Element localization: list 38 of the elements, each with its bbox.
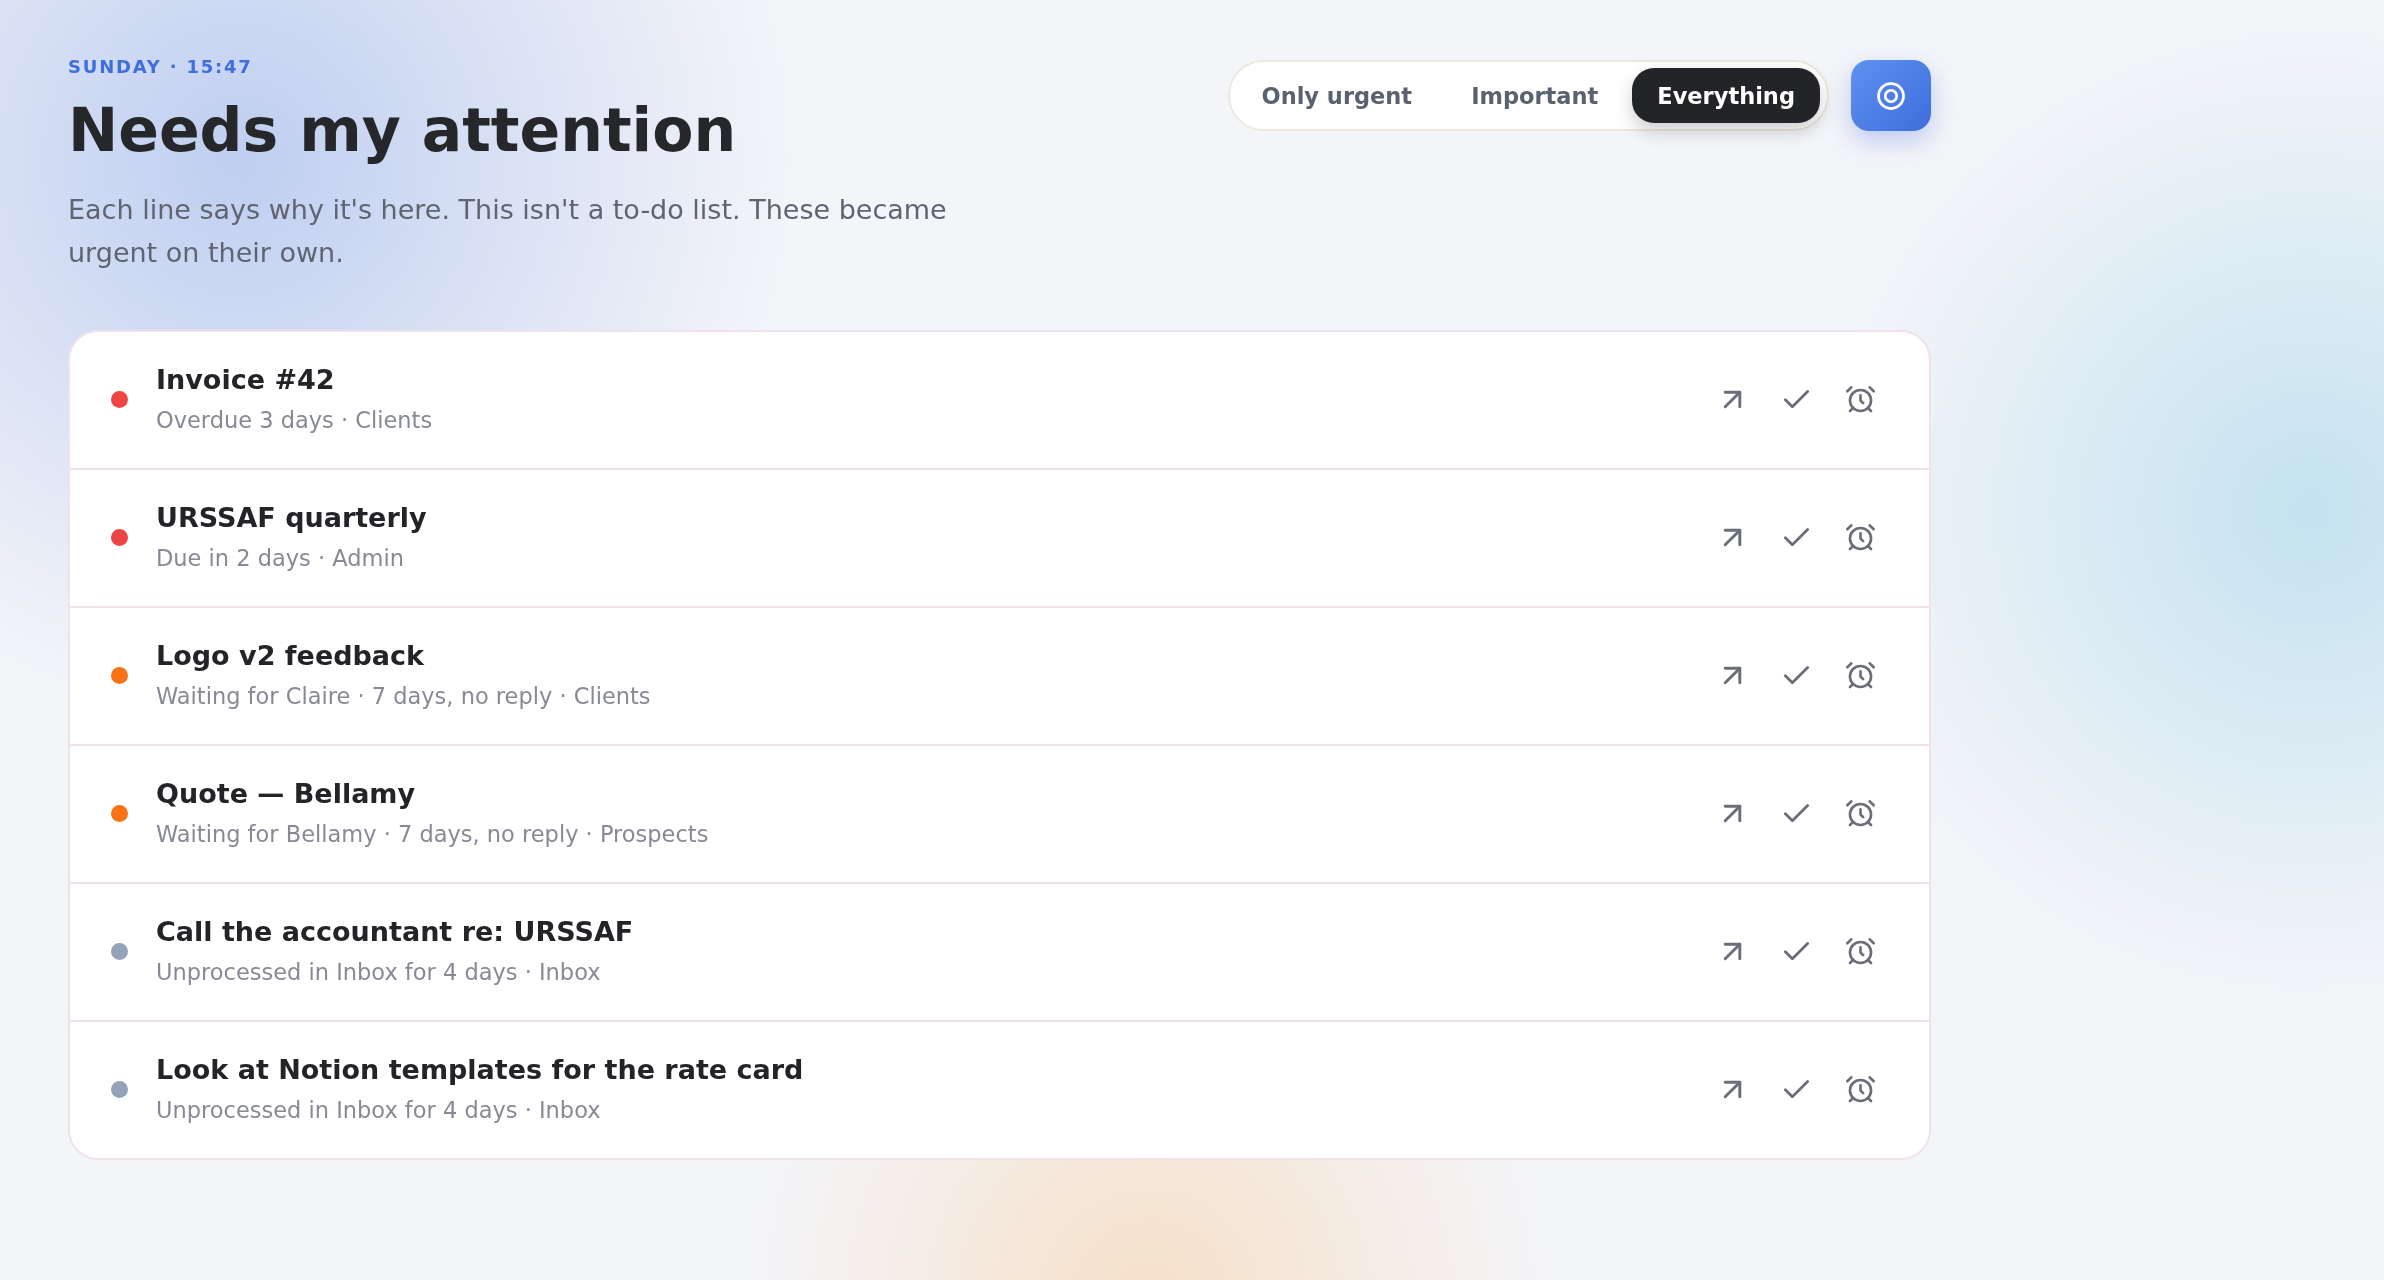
arrow-up-right-icon (1722, 1079, 1742, 1099)
page-title: Needs my attention (68, 94, 738, 167)
arrow-up-right-icon (1722, 527, 1742, 547)
arrow-up-right-icon (1722, 803, 1742, 823)
target-icon (1876, 80, 1906, 111)
item-detail: Waiting for Claire · 7 days, no reply · Clients (156, 682, 651, 711)
item-title: Logo v2 feedback (156, 639, 425, 673)
check-icon (1783, 1079, 1809, 1099)
item-title: URSSAF quarterly (156, 501, 427, 535)
alarm-clock-icon (1845, 661, 1875, 689)
alarm-clock-icon (1845, 937, 1875, 965)
alarm-clock-icon (1845, 799, 1875, 827)
item-detail: Unprocessed in Inbox for 4 days · Inbox (156, 1096, 601, 1125)
filter-tab[interactable]: Only urgent (1236, 68, 1438, 123)
page-description: Each line says why it's here. This isn't a to-do list. These became urgent on their own. (68, 193, 948, 270)
arrow-up-right-icon (1722, 665, 1742, 685)
arrow-up-right-icon (1722, 389, 1742, 409)
alarm-clock-icon (1845, 385, 1875, 413)
focus-button[interactable] (1851, 60, 1931, 131)
check-icon (1783, 665, 1809, 685)
item-detail: Overdue 3 days · Clients (156, 406, 433, 435)
item-title: Quote — Bellamy (156, 777, 416, 811)
item-title: Call the accountant re: URSSAF (156, 915, 634, 949)
alarm-clock-icon (1845, 523, 1875, 551)
item-detail: Unprocessed in Inbox for 4 days · Inbox (156, 958, 601, 987)
filter-tab[interactable]: Important (1446, 68, 1624, 123)
check-icon (1783, 527, 1809, 547)
item-detail: Due in 2 days · Admin (156, 544, 404, 573)
check-icon (1783, 941, 1809, 961)
item-title: Look at Notion templates for the rate card (156, 1053, 804, 1087)
arrow-up-right-icon (1722, 941, 1742, 961)
check-icon (1783, 803, 1809, 823)
item-title: Invoice #42 (156, 363, 335, 397)
item-detail: Waiting for Bellamy · 7 days, no reply · Prospects (156, 820, 709, 849)
check-icon (1783, 389, 1809, 409)
date-time-label: SUNDAY · 15:47 (68, 55, 254, 79)
filter-tab[interactable]: Everything (1632, 68, 1820, 123)
alarm-clock-icon (1845, 1075, 1875, 1103)
